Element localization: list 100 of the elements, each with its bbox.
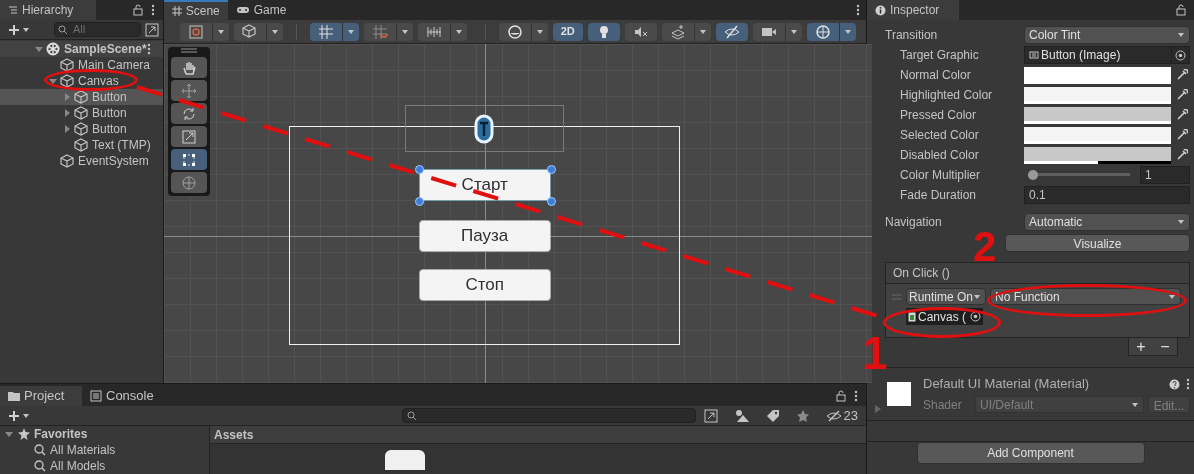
tree-item[interactable]: Text (TMP) bbox=[0, 137, 163, 153]
tool-button[interactable] bbox=[170, 149, 207, 170]
caret-icon bbox=[270, 27, 279, 36]
resize-handle[interactable] bbox=[414, 197, 424, 206]
search-field[interactable]: All bbox=[54, 22, 141, 37]
caret-icon bbox=[454, 27, 463, 36]
scene-tab[interactable]: Scene bbox=[163, 0, 228, 20]
color-swatch[interactable] bbox=[1024, 106, 1171, 124]
slider-thumb[interactable] bbox=[1028, 170, 1038, 180]
rect-tool-icon bbox=[180, 151, 197, 168]
toolbar-button[interactable] bbox=[806, 22, 856, 41]
cube-icon bbox=[241, 23, 258, 40]
tree-item[interactable]: SampleScene* bbox=[0, 41, 163, 57]
tree-item[interactable]: Canvas bbox=[0, 73, 163, 89]
hierarchy-tab[interactable]: Hierarchy bbox=[0, 0, 96, 20]
toolbar-button[interactable] bbox=[587, 22, 620, 41]
caret-icon bbox=[789, 27, 798, 36]
layers-icon bbox=[669, 23, 686, 40]
dropdown[interactable]: Automatic bbox=[1024, 213, 1190, 231]
plus-icon bbox=[8, 409, 20, 422]
more-icon bbox=[1186, 378, 1190, 390]
hash-icon bbox=[171, 6, 182, 16]
tool-button[interactable] bbox=[170, 126, 207, 147]
color-swatch[interactable] bbox=[1024, 126, 1171, 144]
toolbar-button[interactable] bbox=[661, 22, 711, 41]
search-field[interactable] bbox=[401, 408, 696, 423]
snap-icon bbox=[371, 23, 388, 40]
inspector-tab[interactable]: Inspector bbox=[867, 0, 959, 20]
tree-item[interactable]: Button bbox=[0, 121, 163, 137]
transform-icon bbox=[180, 174, 197, 191]
lock-icon bbox=[836, 390, 846, 402]
color-swatch[interactable] bbox=[1024, 86, 1171, 104]
tool-button[interactable] bbox=[170, 80, 207, 101]
tree-item[interactable]: Main Camera bbox=[0, 57, 163, 73]
scene-icon bbox=[46, 42, 60, 56]
color-swatch[interactable] bbox=[1024, 66, 1171, 84]
cube-icon bbox=[74, 106, 88, 120]
toolbar-button[interactable] bbox=[715, 22, 748, 41]
dropdown[interactable]: Runtime On bbox=[906, 288, 986, 305]
scene-tab[interactable]: Game bbox=[227, 0, 295, 20]
toolbar-button[interactable] bbox=[309, 22, 359, 41]
toolbar-button[interactable] bbox=[233, 22, 283, 41]
project-tab[interactable]: Console bbox=[82, 386, 162, 406]
favorite-item[interactable]: All Models bbox=[0, 458, 209, 474]
assets-header: Assets bbox=[210, 426, 866, 444]
number-field[interactable]: 1 bbox=[1140, 166, 1190, 184]
eyedropper-icon bbox=[1176, 129, 1188, 141]
project-tab[interactable]: Project bbox=[0, 386, 82, 406]
cube-icon bbox=[74, 138, 88, 152]
search-icon bbox=[406, 410, 417, 421]
toolbar-button[interactable] bbox=[417, 22, 467, 41]
caret-icon bbox=[1177, 218, 1185, 226]
property-label: Highlighted Color bbox=[900, 87, 994, 104]
property-label: Fade Duration bbox=[900, 187, 978, 204]
cube-icon bbox=[60, 74, 74, 88]
favorite-item[interactable]: All Materials bbox=[0, 442, 209, 458]
remove-event-button[interactable]: − bbox=[1160, 338, 1170, 355]
add-component-button[interactable]: Add Component bbox=[916, 442, 1145, 464]
console-icon bbox=[90, 390, 102, 402]
caret-icon bbox=[216, 27, 225, 36]
scene-button[interactable]: Стоп bbox=[418, 269, 551, 301]
more-icon bbox=[854, 390, 858, 402]
tree-item[interactable]: Button bbox=[0, 89, 163, 105]
hand-icon bbox=[180, 59, 197, 76]
scene-button[interactable]: Старт bbox=[418, 169, 551, 201]
property-label: Selected Color bbox=[900, 127, 980, 144]
caret-icon bbox=[843, 27, 852, 36]
info-icon bbox=[875, 4, 886, 16]
toolbar-button[interactable] bbox=[752, 22, 802, 41]
scene-button[interactable]: Пауза bbox=[418, 220, 551, 252]
mode-2d-button[interactable]: 2D bbox=[552, 22, 583, 41]
caret-icon bbox=[1131, 400, 1139, 409]
tree-item[interactable]: Button bbox=[0, 105, 163, 121]
tool-button[interactable] bbox=[170, 103, 207, 124]
add-event-button[interactable]: + bbox=[1136, 338, 1146, 355]
eyedropper-icon bbox=[1176, 109, 1188, 121]
star-icon bbox=[18, 428, 30, 440]
resize-handle[interactable] bbox=[414, 165, 424, 174]
annotation-number: 1 bbox=[862, 330, 888, 376]
toolbar-button[interactable] bbox=[498, 22, 548, 41]
dropdown[interactable]: No Function bbox=[990, 288, 1181, 305]
plus-icon bbox=[8, 23, 20, 36]
toolbar-button[interactable] bbox=[624, 22, 657, 41]
expanded-arrow-icon bbox=[48, 76, 58, 86]
search-icon bbox=[58, 25, 68, 35]
grid-snap-icon bbox=[317, 23, 334, 40]
visualize-button[interactable]: Visualize bbox=[1005, 234, 1190, 252]
tool-button[interactable] bbox=[170, 57, 207, 78]
dropdown[interactable]: Color Tint bbox=[1024, 26, 1190, 44]
caret-icon bbox=[535, 27, 544, 36]
property-label: Navigation bbox=[885, 214, 943, 231]
hidden-eye-icon bbox=[723, 23, 740, 40]
color-swatch[interactable] bbox=[1024, 146, 1171, 164]
image-icon bbox=[1029, 50, 1039, 60]
number-field[interactable]: 0.1 bbox=[1024, 186, 1190, 204]
expanded-arrow-icon bbox=[4, 429, 14, 439]
resize-handle[interactable] bbox=[546, 165, 556, 174]
tree-item[interactable]: EventSystem bbox=[0, 153, 163, 169]
resize-handle[interactable] bbox=[546, 197, 556, 206]
object-field[interactable]: Button (Image) bbox=[1024, 46, 1190, 64]
